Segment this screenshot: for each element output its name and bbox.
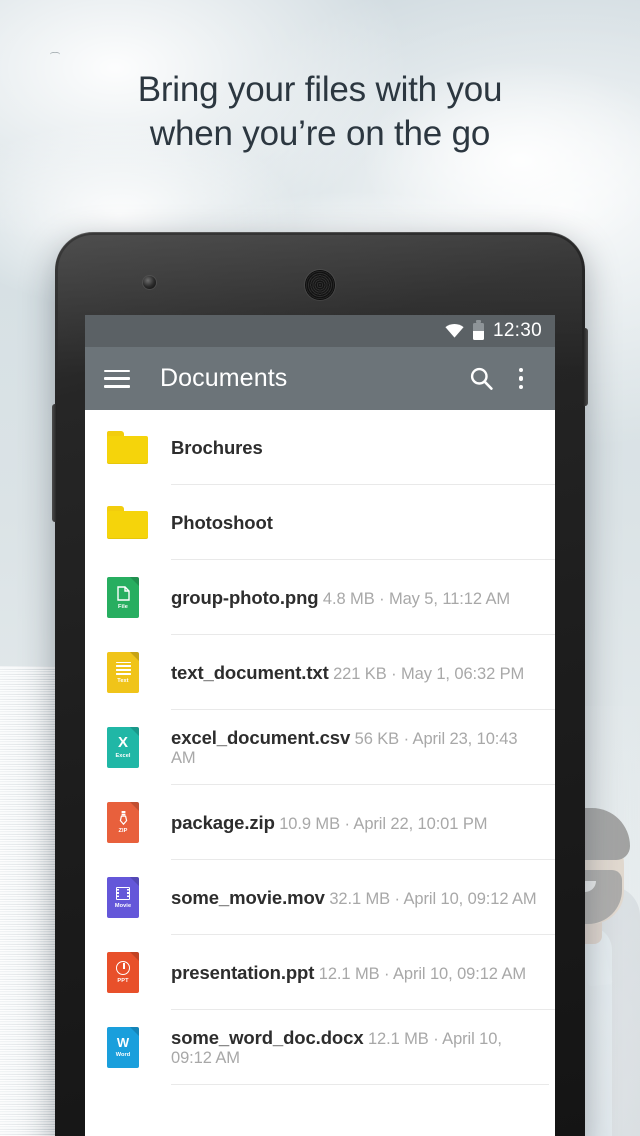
file-name: Photoshoot [171,511,273,533]
file-name: presentation.ppt [171,961,315,983]
text-file-icon: Text [107,652,171,693]
list-divider [171,1084,549,1085]
overflow-menu-icon[interactable] [501,359,541,399]
phone-screen: 12:30 Documents Brochures Photoshoot Fil… [85,315,555,1136]
file-meta: 10.9 MB · April 22, 10:01 PM [279,814,488,833]
headline-line-2: when you’re on the go [149,114,491,153]
file-type-badge: Text [117,677,129,684]
list-item[interactable]: ZIP package.zip 10.9 MB · April 22, 10:0… [85,785,555,860]
list-item[interactable]: X Excel excel_document.csv 56 KB · April… [85,710,555,785]
list-item[interactable]: Brochures [85,410,555,485]
file-name: package.zip [171,811,275,833]
list-item[interactable]: W Word some_word_doc.docx 12.1 MB · Apri… [85,1010,555,1085]
file-type-badge: PPT [117,978,129,984]
power-button[interactable] [583,328,588,406]
file-meta: 32.1 MB · April 10, 09:12 AM [329,889,537,908]
hamburger-menu-icon[interactable] [104,369,130,388]
page-title: Documents [160,364,288,392]
battery-icon [472,320,484,340]
file-name: some_word_doc.docx [171,1027,364,1048]
status-bar: 12:30 [85,315,555,347]
phone-mockup: 12:30 Documents Brochures Photoshoot Fil… [52,232,588,1136]
movie-file-icon: Movie [107,877,171,918]
file-type-badge: File [117,603,129,610]
status-bar-clock: 12:30 [492,320,542,341]
zip-file-icon: ZIP [107,802,171,843]
app-bar: Documents [85,347,555,410]
headline-line-1: Bring your files with you [137,70,503,109]
file-name: text_document.txt [171,661,329,683]
png-file-icon: File [107,577,171,618]
file-type-badge: Movie [114,902,132,909]
list-item[interactable]: Text text_document.txt 221 KB · May 1, 0… [85,635,555,710]
file-meta: 221 KB · May 1, 06:32 PM [333,664,525,683]
file-list: Brochures Photoshoot File group-photo.pn… [85,410,555,1085]
file-name: Brochures [171,436,263,458]
word-file-icon: W Word [107,1027,171,1068]
file-name: group-photo.png [171,586,319,608]
search-icon[interactable] [461,359,501,399]
file-name: excel_document.csv [171,727,351,748]
folder-icon [107,506,171,539]
list-item[interactable]: File group-photo.png 4.8 MB · May 5, 11:… [85,560,555,635]
wifi-icon [445,324,464,338]
bird-icon [50,50,60,57]
file-meta: 4.8 MB · May 5, 11:12 AM [322,589,511,608]
headline: Bring your files with you when you’re on… [0,68,640,156]
earpiece-speaker-icon [305,270,335,300]
excel-file-icon: X Excel [107,727,171,768]
file-name: some_movie.mov [171,886,325,908]
ppt-file-icon: PPT [107,952,171,993]
folder-icon [107,431,171,464]
volume-button[interactable] [52,404,57,522]
front-camera-icon [143,276,156,289]
file-type-badge: Word [115,1052,131,1058]
list-item[interactable]: Movie some_movie.mov 32.1 MB · April 10,… [85,860,555,935]
list-item[interactable]: Photoshoot [85,485,555,560]
file-type-badge: ZIP [118,828,128,834]
file-type-badge: Excel [115,753,131,759]
list-item[interactable]: PPT presentation.ppt 12.1 MB · April 10,… [85,935,555,1010]
file-meta: 12.1 MB · April 10, 09:12 AM [318,964,527,983]
